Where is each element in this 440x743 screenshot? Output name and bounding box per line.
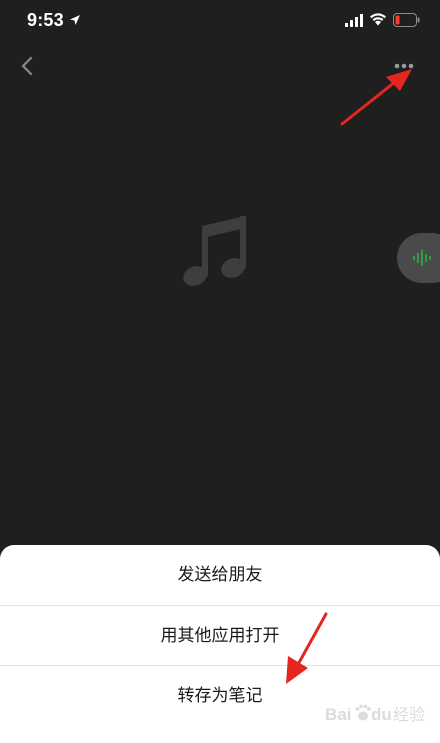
location-arrow-icon	[70, 15, 80, 25]
wifi-icon	[370, 13, 386, 26]
battery-low-icon	[393, 13, 420, 27]
cellular-signal-icon	[345, 14, 363, 27]
svg-text:du: du	[371, 705, 392, 724]
voice-wave-icon	[413, 250, 431, 266]
svg-text:Bai: Bai	[325, 705, 351, 724]
action-open-in-other-app[interactable]: 用其他应用打开	[0, 606, 440, 666]
action-send-to-friend[interactable]: 发送给朋友	[0, 545, 440, 605]
status-time: 9:53	[27, 10, 64, 30]
floating-voice-button[interactable]	[397, 233, 440, 283]
music-note-icon	[183, 216, 246, 286]
chevron-left-icon[interactable]	[16, 52, 40, 80]
more-dots-icon[interactable]	[386, 56, 422, 76]
svg-text:经验: 经验	[393, 705, 425, 724]
status-bar: 9:53	[0, 0, 440, 44]
baidu-watermark-logo: Bai du 经验	[325, 704, 425, 724]
